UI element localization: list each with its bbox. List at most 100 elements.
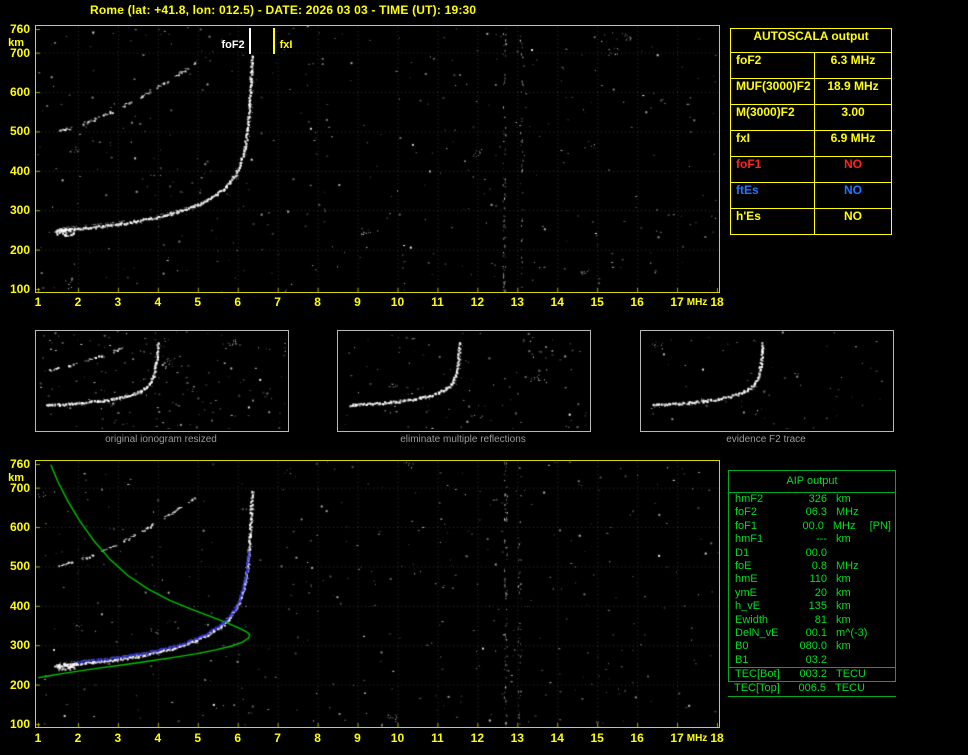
x-axis-tick-label: 4: [154, 731, 162, 745]
scaled-ionogram-canvas: [36, 26, 719, 292]
row-unit: km: [836, 613, 851, 626]
y-axis-tick-label: 500: [9, 124, 30, 139]
thumbnail-caption-evidence: evidence F2 trace: [726, 434, 806, 445]
row-extra: [891, 654, 895, 667]
x-axis-tick-label: 10: [390, 731, 405, 745]
y-axis-tick-label: 760: [9, 22, 30, 36]
y-axis-tick-label: 100: [9, 717, 30, 731]
row-label: foF1: [735, 519, 758, 532]
x-axis-tick-label: 10: [390, 295, 405, 309]
x-axis-unit-label: MHz: [686, 733, 708, 744]
autoscala-row-hes: h'Es NO: [731, 209, 891, 234]
row-value: 00.0: [805, 546, 827, 559]
x-axis-tick-label: 7: [274, 731, 281, 745]
row-unit: MHz: [836, 506, 859, 519]
row-value: 110: [809, 573, 827, 586]
row-extra: [891, 600, 895, 613]
row-value: 0.8: [811, 559, 827, 572]
row-extra: [891, 573, 895, 586]
thumbnail-caption-eliminate: eliminate multiple reflections: [400, 434, 526, 445]
x-axis-tick-label: 8: [314, 731, 321, 745]
row-label: h'Es: [731, 209, 815, 234]
x-axis-tick-label: 9: [354, 295, 361, 309]
x-axis-tick-label: 3: [114, 295, 122, 309]
y-axis-unit-label: km: [8, 472, 24, 484]
row-unit: TECU: [835, 682, 865, 695]
row-value: 6.9 MHz: [830, 131, 876, 145]
row-value: 00.1: [805, 626, 827, 639]
aip-row-foe: foE 0.8 MHz: [729, 560, 895, 573]
x-axis-tick-label: 17: [670, 731, 684, 745]
row-value: 06.3: [805, 506, 827, 519]
autoscala-row-fof2: foF2 6.3 MHz: [731, 53, 891, 79]
x-axis-tick-label: 11: [431, 295, 444, 309]
thumbnail-caption-original: original ionogram resized: [105, 434, 217, 445]
y-axis-tick-label: 100: [9, 282, 30, 296]
row-value: 003.2: [799, 668, 827, 681]
row-extra: [891, 614, 895, 627]
x-axis-tick-label: 1: [34, 295, 42, 309]
row-unit: [827, 547, 874, 560]
aip-row-hme: hmE 110 km: [729, 573, 895, 586]
row-value: 00.0: [802, 519, 824, 532]
aip-table-title: AIP output: [729, 471, 895, 493]
autoscala-output-table: AUTOSCALA output foF2 6.3 MHz MUF(3000)F…: [730, 28, 892, 235]
aip-row-hmf2: hmF2 326 km: [729, 493, 895, 506]
row-label: Ewidth: [735, 613, 769, 626]
row-value: 18.9 MHz: [827, 79, 879, 93]
row-label: foF2: [731, 53, 815, 78]
x-axis-unit-label: MHz: [686, 297, 708, 308]
aip-row-fof1: foF1 00.0 MHz [PN]: [729, 520, 895, 533]
row-label: hmF2: [735, 493, 764, 505]
x-axis-tick-label: 13: [510, 295, 524, 309]
row-extra: [891, 493, 895, 506]
row-label: hmF1: [735, 533, 764, 546]
row-unit: km: [836, 600, 851, 613]
row-label: B0: [735, 640, 749, 653]
x-axis-tick-label: 12: [470, 295, 485, 309]
x-axis-tick-label: 6: [234, 731, 242, 745]
row-extra: [PN]: [869, 519, 891, 532]
y-axis-tick-label: 700: [9, 45, 30, 60]
row-value: 326: [808, 493, 827, 505]
thumbnail-evidence-f2: [640, 330, 894, 432]
row-value: NO: [844, 183, 862, 197]
row-label: D1: [735, 546, 750, 559]
y-axis-tick-label: 400: [9, 163, 30, 178]
profile-ionogram-plot: [35, 460, 720, 728]
row-extra: [891, 506, 895, 519]
x-axis-tick-label: 7: [274, 295, 281, 309]
row-label: foF2: [735, 506, 758, 519]
x-axis-tick-label: 17: [670, 295, 684, 309]
aip-row-hmf1: hmF1 --- km: [729, 533, 895, 546]
row-label: ftEs: [731, 183, 815, 208]
y-axis-tick-label: 700: [9, 480, 30, 495]
y-axis-tick-label: 200: [9, 677, 30, 692]
y-axis-tick-label: 500: [9, 559, 30, 574]
x-axis-tick-label: 2: [74, 731, 82, 745]
x-axis-tick-label: 14: [550, 295, 564, 309]
autoscala-row-ftes: ftEs NO: [731, 183, 891, 209]
autoscala-row-m3000: M(3000)F2 3.00: [731, 105, 891, 131]
x-axis-tick-label: 4: [154, 295, 162, 309]
autoscala-row-muf: MUF(3000)F2 18.9 MHz: [731, 79, 891, 105]
aip-row-yme: ymE 20 km: [729, 587, 895, 600]
aip-row-d1: D1 00.0: [729, 547, 895, 560]
x-axis-tick-label: 12: [470, 731, 485, 745]
row-value: ---: [816, 533, 827, 546]
row-value: 03.2: [805, 653, 827, 666]
x-axis-tick-label: 16: [630, 295, 644, 309]
row-extra: [891, 547, 895, 560]
y-axis-tick-label: 400: [9, 598, 30, 613]
thumbnail-evidence-canvas: [641, 331, 891, 429]
row-label: foE: [735, 559, 752, 572]
row-label: TEC[Top]: [734, 682, 780, 695]
aip-row-fof2: foF2 06.3 MHz: [729, 506, 895, 519]
x-axis-tick-label: 3: [114, 731, 122, 745]
thumbnail-original-ionogram: [35, 330, 289, 432]
row-unit: TECU: [836, 668, 866, 681]
page-title: Rome (lat: +41.8, lon: 012.5) - DATE: 20…: [90, 3, 477, 17]
y-axis-tick-label: 600: [9, 520, 30, 535]
aip-row-hve: h_vE 135 km: [729, 600, 895, 613]
x-axis-tick-label: 13: [510, 731, 524, 745]
